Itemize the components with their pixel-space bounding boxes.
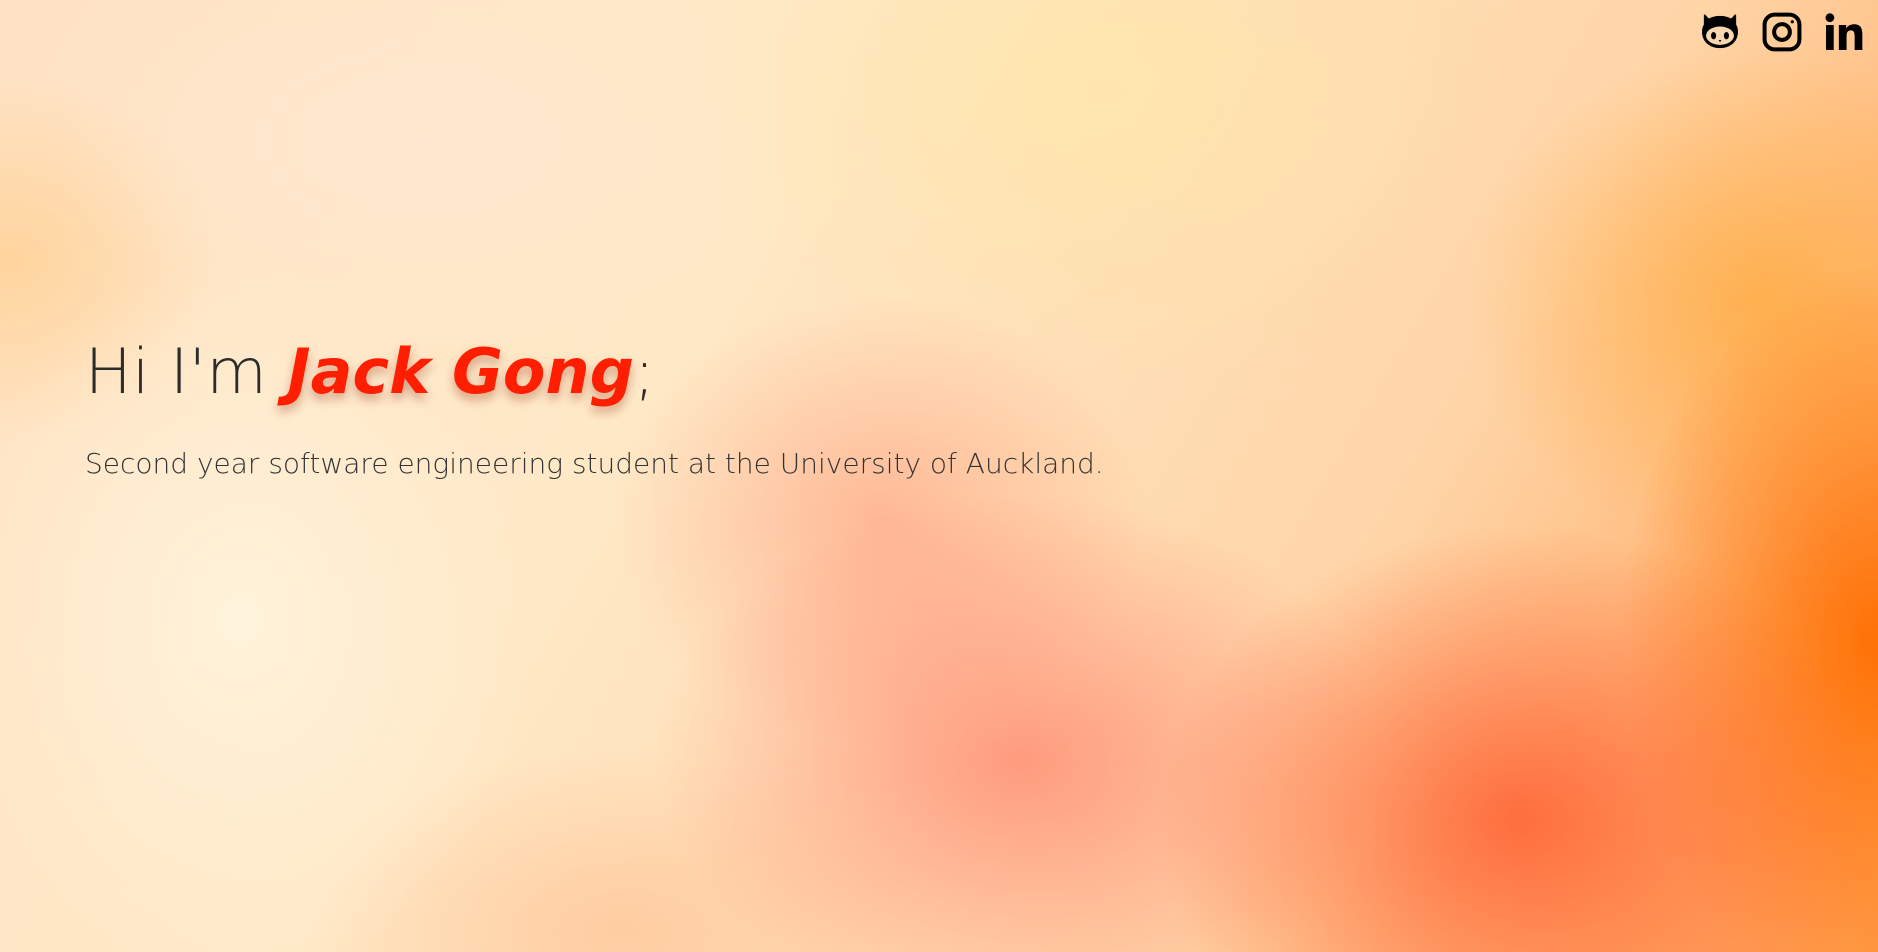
github-icon xyxy=(1702,14,1738,49)
greeting-text: Hi I'm xyxy=(85,335,288,408)
linkedin-link[interactable] xyxy=(1822,10,1866,54)
github-link[interactable] xyxy=(1698,10,1742,54)
linkedin-icon xyxy=(1825,13,1863,50)
tagline: Second year software engineering student… xyxy=(85,447,1104,481)
terminator-text: ; xyxy=(633,335,656,408)
instagram-icon xyxy=(1762,12,1802,52)
name-text: Jack Gong xyxy=(287,335,634,408)
social-links xyxy=(1698,10,1866,54)
hero-section: Hi I'm Jack Gong; Second year software e… xyxy=(85,335,1104,480)
instagram-link[interactable] xyxy=(1760,10,1804,54)
headline: Hi I'm Jack Gong; xyxy=(85,335,1104,409)
